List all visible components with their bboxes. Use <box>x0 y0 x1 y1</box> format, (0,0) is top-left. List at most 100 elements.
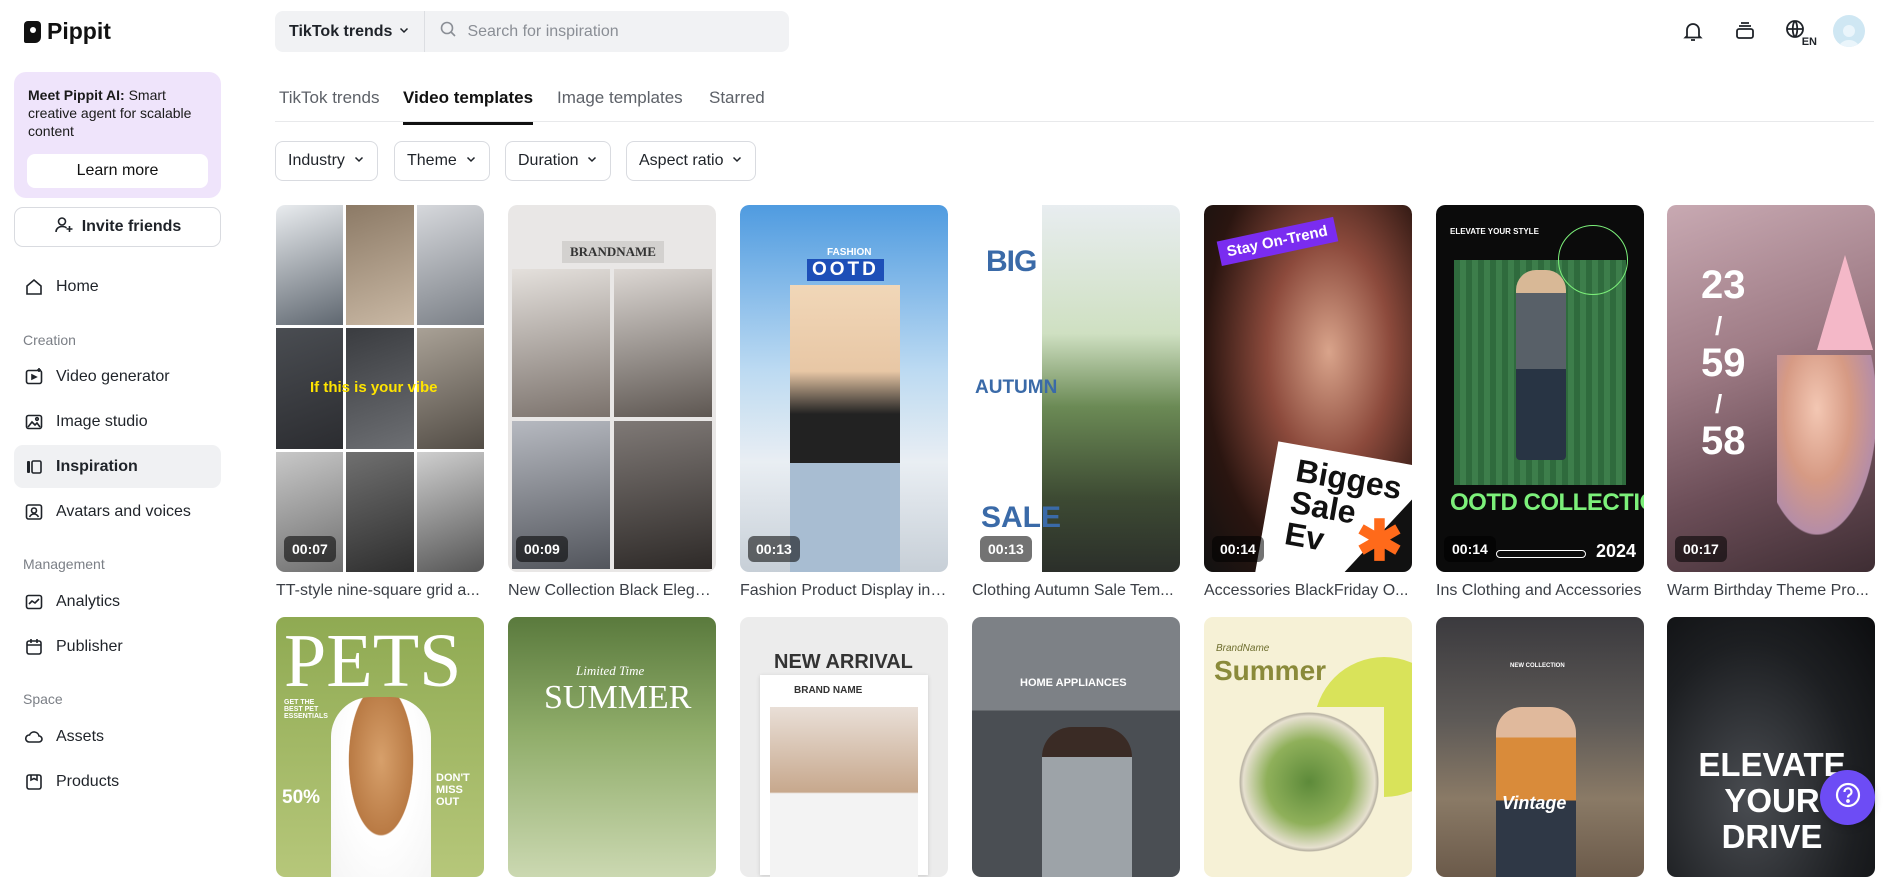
sidebar: Pippit Meet Pippit AI: Smart creative ag… <box>0 0 235 863</box>
invite-friends-button[interactable]: Invite friends <box>14 207 221 247</box>
template-title[interactable]: Fashion Product Display in ... <box>740 582 948 600</box>
video-plus-icon <box>24 367 44 387</box>
sidebar-item-analytics[interactable]: Analytics <box>14 580 221 623</box>
search-input[interactable]: Search for inspiration <box>425 20 619 43</box>
help-button[interactable] <box>1820 770 1875 825</box>
tab-starred[interactable]: Starred <box>709 88 765 122</box>
promo-text: Meet Pippit AI: Smart creative agent for… <box>28 86 207 140</box>
template-title[interactable]: Warm Birthday Theme Pro... <box>1667 582 1875 600</box>
template-thumbnail[interactable]: If this is your vibe 00:07 <box>276 205 484 572</box>
template-thumbnail[interactable]: BRANDNAME 00:09 <box>508 205 716 572</box>
sidebar-item-products[interactable]: Products <box>14 760 221 803</box>
filter-aspect-ratio[interactable]: Aspect ratio <box>626 141 757 181</box>
slash-text: / <box>1715 311 1723 341</box>
template-card[interactable]: FASHION OOTD 00:13 Fashion Product Displ… <box>740 205 948 605</box>
thumbnail-overlay-top: 23 <box>1701 263 1746 307</box>
sidebar-item-publisher[interactable]: Publisher <box>14 625 221 668</box>
sidebar-item-assets[interactable]: Assets <box>14 715 221 758</box>
template-title[interactable]: TT-style nine-square grid a... <box>276 582 484 600</box>
search-icon <box>439 20 457 43</box>
template-card[interactable]: NEW COLLECTION Vintage <box>1436 617 1644 877</box>
template-card[interactable]: NEW ARRIVAL BRAND NAME <box>740 617 948 877</box>
chevron-down-icon <box>586 152 598 170</box>
tab-tiktok-trends[interactable]: TikTok trends <box>279 88 379 122</box>
question-icon <box>1834 781 1862 814</box>
thumbnail-overlay-text: PETS <box>284 619 462 703</box>
sidebar-item-avatars[interactable]: Avatars and voices <box>14 490 221 533</box>
thumbnail-overlay-text: OOTD COLLECTION <box>1450 489 1644 516</box>
language-globe-icon[interactable]: EN <box>1781 14 1817 48</box>
filter-industry[interactable]: Industry <box>275 141 378 181</box>
search-placeholder: Search for inspiration <box>467 22 619 40</box>
template-thumbnail[interactable]: BIG AUTUMN SALE 00:13 <box>972 205 1180 572</box>
template-card[interactable]: If this is your vibe 00:07 TT-style nine… <box>276 205 484 605</box>
template-thumbnail[interactable]: FASHION OOTD 00:13 <box>740 205 948 572</box>
search-bar: TikTok trends Search for inspiration <box>275 11 789 52</box>
template-thumbnail[interactable]: ELEVATE YOUR STYLE OOTD COLLECTION 2024 … <box>1436 205 1644 572</box>
thumbnail-overlay-top: BrandName <box>1216 643 1270 654</box>
template-title[interactable]: New Collection Black Elega... <box>508 582 716 600</box>
template-thumbnail[interactable]: 23 / 59 / 58 00:17 <box>1667 205 1875 572</box>
duration-badge: 00:17 <box>1675 536 1727 562</box>
template-card[interactable]: 23 / 59 / 58 00:17 Warm Birthday Theme P… <box>1667 205 1875 605</box>
thumbnail-overlay-text: NEW ARRIVAL <box>774 651 913 673</box>
thumbnail-overlay-left: GET THE BEST PET ESSENTIALS <box>284 699 328 720</box>
sidebar-item-video-generator[interactable]: Video generator <box>14 355 221 398</box>
thumbnail-overlay-top: Stay On-Trend <box>1216 216 1338 267</box>
template-card[interactable]: BRANDNAME 00:09 New Collection Black Ele… <box>508 205 716 605</box>
sidebar-item-label: Video generator <box>56 367 170 385</box>
filter-label: Industry <box>288 152 345 169</box>
chevron-down-icon <box>731 152 743 170</box>
tab-video-templates[interactable]: Video templates <box>403 88 534 125</box>
filter-label: Theme <box>407 152 457 169</box>
thumbnail-overlay-text: OOTD <box>807 259 884 281</box>
thumbnail-overlay-bottom: SALE <box>981 501 1062 534</box>
template-card[interactable]: Stay On-Trend Bigges Sale Ev ✱ 00:14 Acc… <box>1204 205 1412 605</box>
sidebar-item-label: Image studio <box>56 412 148 430</box>
template-card[interactable]: ELEVATE YOUR DRIVE <box>1667 617 1875 877</box>
template-card[interactable]: ELEVATE YOUR STYLE OOTD COLLECTION 2024 … <box>1436 205 1644 605</box>
promo-title: Meet Pippit AI: <box>28 87 125 103</box>
thumbnail-overlay-num: 50% <box>282 787 321 808</box>
template-card[interactable]: BIG AUTUMN SALE 00:13 Clothing Autumn Sa… <box>972 205 1180 605</box>
duration-badge: 00:14 <box>1212 536 1264 562</box>
chevron-down-icon <box>353 152 365 170</box>
thumbnail-overlay-text: 59 <box>1701 341 1746 385</box>
duration-badge: 00:13 <box>980 536 1032 562</box>
slash-text: / <box>1715 389 1723 419</box>
home-icon <box>24 277 44 297</box>
template-title[interactable]: Clothing Autumn Sale Tem... <box>972 582 1180 600</box>
template-title[interactable]: Accessories BlackFriday O... <box>1204 582 1412 600</box>
thumbnail-overlay-text: Summer <box>1214 655 1327 686</box>
template-card[interactable]: BrandName Summer <box>1204 617 1412 877</box>
template-card[interactable]: PETS GET THE BEST PET ESSENTIALS DON'T M… <box>276 617 484 877</box>
thumbnail-overlay-text: HOME APPLIANCES <box>1020 677 1127 689</box>
sidebar-item-home[interactable]: Home <box>14 265 221 308</box>
sidebar-item-label: Assets <box>56 727 105 745</box>
promo-card: Meet Pippit AI: Smart creative agent for… <box>14 72 221 198</box>
filter-theme[interactable]: Theme <box>394 141 490 181</box>
thumbnail-overlay-sub: BRAND NAME <box>794 685 863 696</box>
filter-duration[interactable]: Duration <box>505 141 612 181</box>
search-scope-label: TikTok trends <box>289 22 393 40</box>
notification-bell-icon[interactable] <box>1677 14 1709 48</box>
template-thumbnail[interactable]: Stay On-Trend Bigges Sale Ev ✱ 00:14 <box>1204 205 1412 572</box>
template-card[interactable]: Limited Time SUMMER <box>508 617 716 877</box>
tab-image-templates[interactable]: Image templates <box>557 88 683 122</box>
language-code: EN <box>1801 36 1817 48</box>
learn-more-button[interactable]: Learn more <box>27 154 208 188</box>
user-avatar[interactable] <box>1833 15 1865 47</box>
search-scope-dropdown[interactable]: TikTok trends <box>275 11 426 52</box>
thumbnail-overlay-bottom: 58 <box>1701 419 1746 463</box>
section-label-management: Management <box>23 556 105 572</box>
brand-logo[interactable]: Pippit <box>24 18 111 45</box>
thumbnail-overlay-top: NEW COLLECTION <box>1510 663 1565 669</box>
sidebar-item-label: Analytics <box>56 592 121 610</box>
thumbnail-overlay-text: SUMMER <box>544 679 692 716</box>
template-title[interactable]: Ins Clothing and Accessories <box>1436 582 1644 600</box>
thumbnail-overlay-top: FASHION <box>827 247 872 258</box>
stack-layers-icon[interactable] <box>1729 14 1761 48</box>
sidebar-item-image-studio[interactable]: Image studio <box>14 400 221 443</box>
sidebar-item-inspiration[interactable]: Inspiration <box>14 445 221 488</box>
template-card[interactable]: HOME APPLIANCES <box>972 617 1180 877</box>
